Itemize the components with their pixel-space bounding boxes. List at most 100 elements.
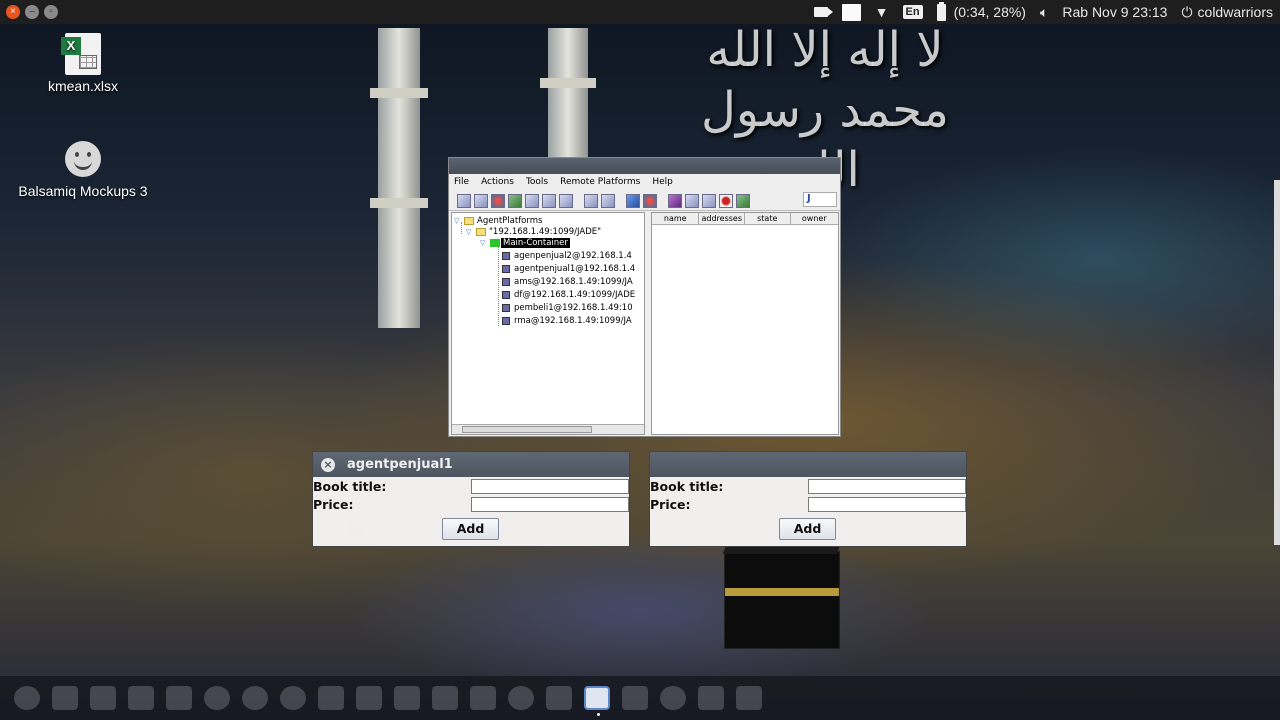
dash-icon[interactable] — [14, 686, 40, 710]
tree-agent[interactable]: pembeli1@192.168.1.49:10 — [502, 302, 633, 314]
software-center-icon[interactable] — [356, 686, 382, 710]
virtualbox-icon[interactable] — [432, 686, 458, 710]
minimize-icon[interactable]: – — [25, 5, 39, 19]
close-icon[interactable]: × — [6, 5, 20, 19]
clone-agent-icon[interactable] — [559, 193, 573, 208]
terminal-icon[interactable] — [622, 686, 648, 710]
add-button[interactable]: Add — [779, 518, 836, 540]
window-titlebar[interactable] — [449, 158, 840, 174]
desktop-icon-kmean[interactable]: X kmean.xlsx — [40, 33, 126, 94]
change-owner-icon[interactable] — [542, 193, 556, 208]
horizontal-scrollbar[interactable] — [452, 424, 644, 434]
battery-indicator[interactable]: (0:34, 28%) — [930, 0, 1033, 24]
expand-icon[interactable]: ▽ — [480, 239, 488, 247]
scroll-thumb[interactable] — [462, 426, 592, 433]
wallpaper-minaret — [370, 28, 428, 328]
spreadsheet-icon: X — [61, 33, 101, 75]
price-label: Price: — [313, 497, 354, 512]
column-header-name[interactable]: name — [652, 213, 700, 224]
load-agent-icon[interactable] — [474, 193, 488, 208]
agent-icon — [502, 317, 510, 325]
book-title-input[interactable] — [471, 479, 629, 494]
close-icon[interactable]: × — [321, 457, 335, 472]
menu-file[interactable]: File — [454, 177, 469, 188]
session-menu[interactable]: ⏻ coldwarriors — [1174, 0, 1280, 24]
text-editor-icon[interactable] — [546, 686, 572, 710]
agent-icon — [502, 265, 510, 273]
tree-agent[interactable]: df@192.168.1.49:1099/JADE — [502, 289, 635, 301]
agent-icon — [502, 304, 510, 312]
gimp-icon[interactable] — [470, 686, 496, 710]
dummy-agent-icon[interactable] — [668, 193, 682, 208]
language-label: En — [902, 5, 923, 19]
battery-icon — [936, 1, 946, 21]
column-header-owner[interactable]: owner — [791, 213, 838, 224]
book-seller-window: Book title: Price: Add — [649, 451, 967, 547]
price-label: Price: — [650, 497, 691, 512]
kill-agent-icon[interactable] — [491, 193, 505, 208]
window-titlebar[interactable] — [650, 452, 966, 477]
window-titlebar[interactable]: × agentpenjual1 — [313, 452, 629, 477]
agent-tree[interactable]: ▽ AgentPlatforms ▽ "192.168.1.49:1099/JADE… — [451, 212, 645, 435]
sniffer-icon[interactable] — [702, 193, 716, 208]
new-agent-icon[interactable] — [457, 193, 471, 208]
files-icon[interactable] — [52, 686, 78, 710]
browser-icon[interactable] — [204, 686, 230, 710]
keyboard-layout-indicator[interactable]: En — [896, 0, 930, 24]
resume-agent-icon[interactable] — [525, 193, 539, 208]
top-panel: × – ▫ ▼ En (0:34, 28%) 🔈︎ Rab Nov 9 23:1… — [0, 0, 1280, 24]
volume-icon[interactable]: 🔈︎ — [1033, 0, 1055, 24]
trash-icon[interactable] — [736, 686, 762, 710]
menu-actions[interactable]: Actions — [481, 177, 514, 188]
java-app-icon[interactable] — [584, 686, 610, 716]
spreadsheet-app-icon[interactable] — [128, 686, 154, 710]
menu-tools[interactable]: Tools — [526, 177, 548, 188]
settings-icon[interactable] — [280, 686, 306, 710]
wifi-icon[interactable]: ▼ — [868, 0, 896, 24]
add-button[interactable]: Add — [442, 518, 499, 540]
agent-table[interactable]: name addresses state owner — [651, 212, 839, 435]
tree-agent[interactable]: agenpenjual2@192.168.1.4 — [502, 250, 632, 262]
log-manager-icon[interactable] — [736, 193, 750, 208]
expand-icon[interactable]: ▽ — [454, 217, 462, 225]
price-input[interactable] — [808, 497, 966, 512]
disk-icon[interactable] — [660, 686, 686, 710]
column-header-addresses[interactable]: addresses — [699, 213, 745, 224]
book-title-input[interactable] — [808, 479, 966, 494]
save-icon[interactable] — [626, 193, 640, 208]
desktop-icon-balsamiq[interactable]: Balsamiq Mockups 3 — [18, 141, 148, 199]
df-gui-icon[interactable] — [685, 193, 699, 208]
clock[interactable]: Rab Nov 9 23:13 — [1055, 0, 1174, 24]
column-header-state[interactable]: state — [745, 213, 791, 224]
app-indicator-icon[interactable] — [835, 0, 868, 24]
tree-agent[interactable]: ams@192.168.1.49:1099/JA — [502, 276, 633, 288]
jade-logo-icon: J — [803, 192, 837, 207]
agent-icon — [502, 278, 510, 286]
app-launcher-icon[interactable] — [394, 686, 420, 710]
tree-agent[interactable]: rma@192.168.1.49:1099/JA — [502, 315, 632, 327]
tree-node-container[interactable]: ▽ Main-Container — [480, 237, 570, 249]
send-message-icon[interactable] — [584, 193, 598, 208]
writer-icon[interactable] — [166, 686, 192, 710]
chrome-icon[interactable] — [242, 686, 268, 710]
suspend-agent-icon[interactable] — [508, 193, 522, 208]
introspector-icon[interactable] — [719, 193, 733, 208]
menu-help[interactable]: Help — [652, 177, 673, 188]
toolbar — [449, 191, 840, 211]
agent-icon — [502, 291, 510, 299]
maximize-icon[interactable]: ▫ — [44, 5, 58, 19]
offscreen-window-edge — [1274, 180, 1280, 545]
battery-status: (0:34, 28%) — [953, 4, 1026, 20]
presentation-icon[interactable] — [90, 686, 116, 710]
desktop-icon-label: kmean.xlsx — [47, 78, 119, 94]
vlc-icon[interactable] — [318, 686, 344, 710]
camera-icon[interactable] — [807, 0, 835, 24]
document-viewer-icon[interactable] — [698, 686, 724, 710]
expand-icon[interactable]: ▽ — [466, 228, 474, 236]
close-rma-icon[interactable] — [643, 193, 657, 208]
screenshot-icon[interactable] — [508, 686, 534, 710]
price-input[interactable] — [471, 497, 629, 512]
menu-remote-platforms[interactable]: Remote Platforms — [560, 177, 640, 188]
tree-agent[interactable]: agentpenjual1@192.168.1.4 — [502, 263, 635, 275]
migrate-agent-icon[interactable] — [601, 193, 615, 208]
